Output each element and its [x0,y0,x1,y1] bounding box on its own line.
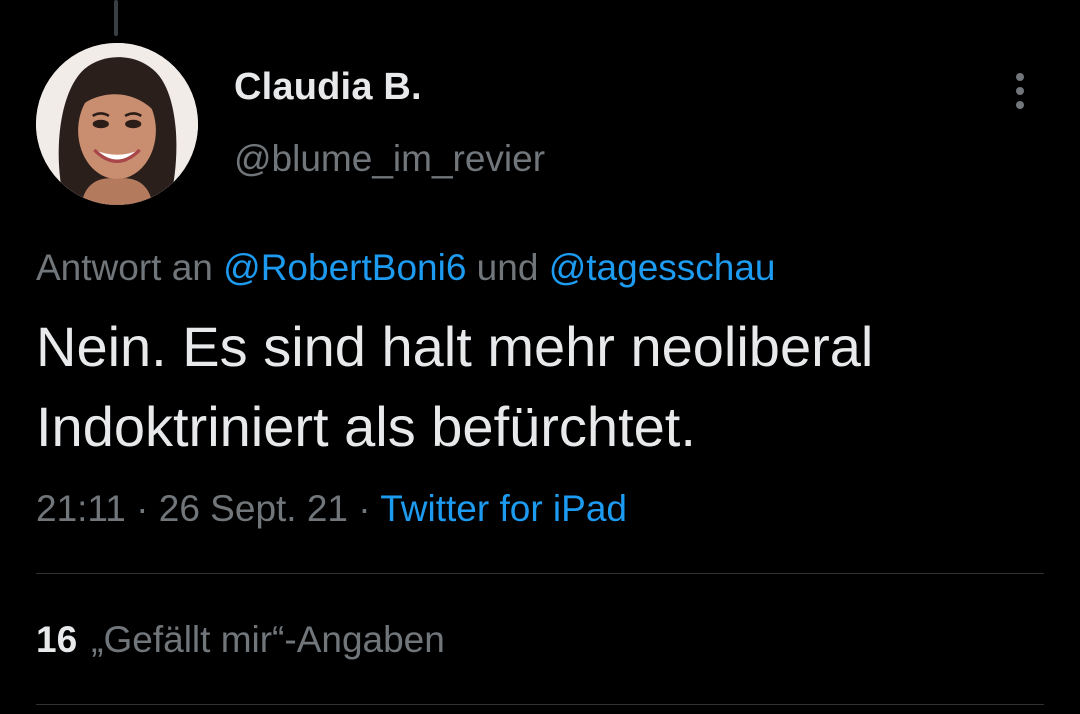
more-dot [1016,87,1024,95]
meta-separator: · [125,488,159,529]
likes-stat[interactable]: 16 „Gefällt mir“-Angaben [36,619,445,661]
tweet-time[interactable]: 21:11 [36,488,126,529]
tweet-metadata: 21:11 · 26 Sept. 21 · Twitter for iPad [36,488,627,530]
meta-separator: · [348,488,381,529]
mention-link-robertboni6[interactable]: @RobertBoni6 [223,247,466,288]
more-options-icon[interactable] [1002,66,1038,116]
divider [36,704,1044,705]
reply-context: Antwort an @RobertBoni6 und @tagesschau [36,247,776,289]
tweet-text-line: Nein. Es sind halt mehr neoliberal [36,315,874,378]
thread-connector-line [114,0,118,36]
avatar-photo-icon [36,43,198,205]
reply-prefix: Antwort an [36,247,224,288]
author-handle[interactable]: @blume_im_revier [234,138,545,180]
tweet-text: Nein. Es sind halt mehr neoliberal Indok… [36,307,1046,467]
more-dot [1016,101,1024,109]
author-avatar[interactable] [36,43,198,205]
more-dot [1016,73,1024,81]
likes-count: 16 [36,619,78,660]
tweet-text-line: Indoktriniert als befürchtet. [36,395,696,458]
likes-label: „Gefällt mir“-Angaben [91,619,445,660]
mention-link-tagesschau[interactable]: @tagesschau [549,247,776,288]
divider [36,573,1044,574]
tweet-date[interactable]: 26 Sept. 21 [159,488,348,529]
tweet-source-link[interactable]: Twitter for iPad [380,488,627,529]
reply-joiner: und [466,247,549,288]
author-display-name[interactable]: Claudia B. [234,66,422,109]
